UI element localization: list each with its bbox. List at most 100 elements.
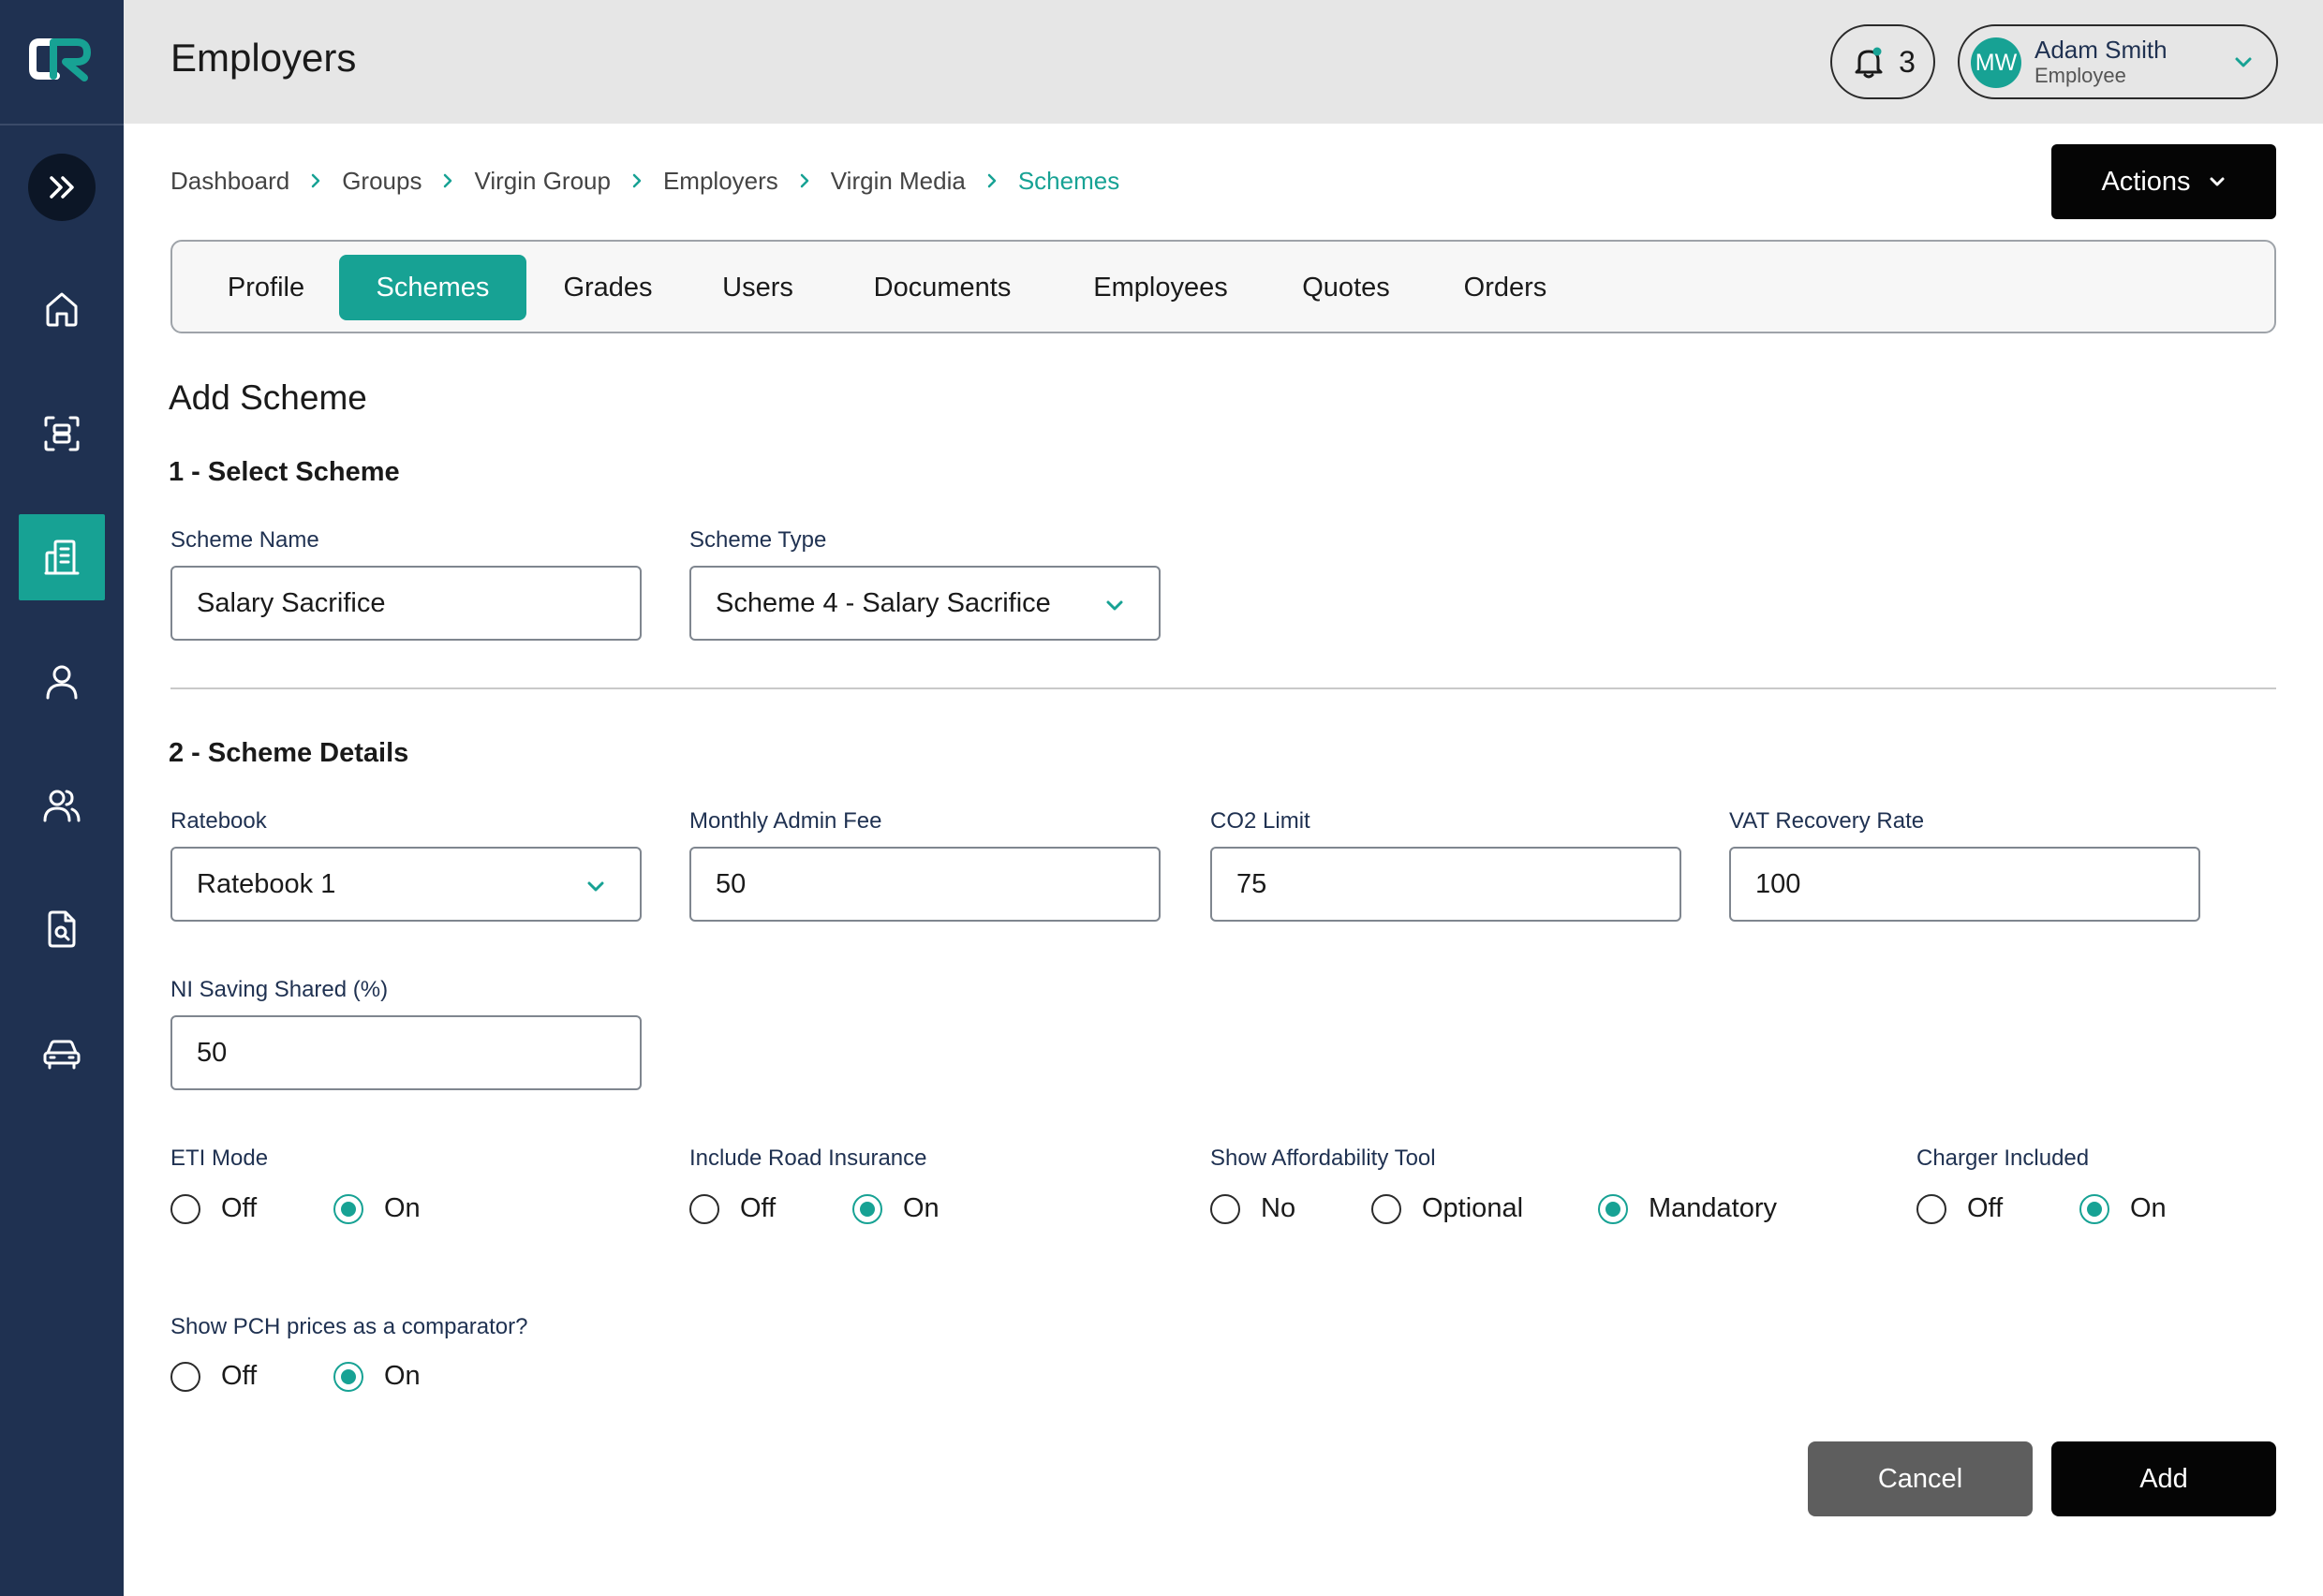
scheme-type-value: Scheme 4 - Salary Sacrifice (716, 587, 1051, 618)
scheme-type-select[interactable]: Scheme 4 - Salary Sacrifice (689, 566, 1161, 641)
sidebar-item-user[interactable] (19, 639, 105, 725)
affordability-mandatory-radio[interactable]: Mandatory (1598, 1193, 1777, 1224)
chevron-right-icon (800, 173, 809, 188)
breadcrumb: Dashboard Groups Virgin Group Employers … (170, 165, 1119, 197)
car-icon (43, 1040, 81, 1070)
breadcrumb-virgin-media[interactable]: Virgin Media (831, 167, 966, 196)
eti-mode-label: ETI Mode (170, 1145, 269, 1171)
scheme-name-label: Scheme Name (170, 527, 319, 553)
tab-bar: Profile Schemes Grades Users Documents E… (170, 240, 2276, 333)
breadcrumb-schemes[interactable]: Schemes (1018, 167, 1119, 196)
tab-profile[interactable]: Profile (199, 255, 333, 320)
add-button[interactable]: Add (2051, 1441, 2276, 1516)
ni-saving-shared-input[interactable] (170, 1015, 642, 1090)
radio-circle (1916, 1193, 1946, 1224)
pch-comparator-on-radio[interactable]: On (333, 1361, 421, 1392)
affordability-optional-radio[interactable]: Optional (1371, 1193, 1523, 1224)
breadcrumb-groups[interactable]: Groups (342, 167, 422, 196)
scheme-name-input[interactable] (170, 566, 642, 641)
actions-label: Actions (2101, 166, 2191, 197)
radio-label: Off (1967, 1193, 2004, 1223)
sidebar-item-home[interactable] (19, 266, 105, 352)
home-icon (46, 292, 78, 327)
actions-button[interactable]: Actions (2051, 144, 2276, 219)
user-icon (46, 665, 78, 700)
road-insurance-on-radio[interactable]: On (852, 1193, 940, 1224)
sidebar-divider (0, 124, 124, 126)
page-title: Employers (170, 36, 357, 80)
radio-circle-selected (333, 1361, 363, 1392)
chevron-right-icon (444, 173, 452, 188)
form-title: Add Scheme (169, 378, 367, 417)
radio-label: On (384, 1361, 421, 1391)
chevron-down-icon (2210, 177, 2225, 186)
radio-label: No (1261, 1193, 1296, 1223)
breadcrumb-employers[interactable]: Employers (663, 167, 778, 196)
radio-label: Off (221, 1361, 258, 1391)
chevron-right-icon (632, 173, 642, 188)
radio-circle (1210, 1193, 1240, 1224)
radio-label: Optional (1422, 1193, 1524, 1223)
chevron-down-icon (587, 881, 604, 892)
eti-mode-on-radio[interactable]: On (333, 1193, 421, 1224)
user-role: Employee (2034, 64, 2126, 87)
ni-saving-shared-label: NI Saving Shared (%) (170, 977, 389, 1002)
section-scheme-details: 2 - Scheme Details (169, 738, 409, 768)
radio-circle-selected (2079, 1193, 2109, 1224)
co2-limit-label: CO2 Limit (1210, 808, 1310, 834)
section-divider (170, 687, 2276, 689)
user-name: Adam Smith (2034, 36, 2168, 64)
tab-schemes[interactable]: Schemes (339, 255, 526, 320)
chevron-down-icon (2235, 57, 2252, 67)
monthly-admin-fee-label: Monthly Admin Fee (689, 808, 882, 834)
co2-limit-input[interactable] (1210, 847, 1681, 922)
pch-comparator-off-radio[interactable]: Off (170, 1361, 257, 1392)
user-menu[interactable]: MW Adam Smith Employee (1958, 24, 2278, 99)
radio-circle (1371, 1193, 1401, 1224)
sidebar-item-employers[interactable] (19, 514, 105, 600)
tab-grades[interactable]: Grades (538, 255, 678, 320)
scheme-type-label: Scheme Type (689, 527, 827, 553)
expand-sidebar-button[interactable] (28, 154, 96, 221)
radio-label: Mandatory (1649, 1193, 1778, 1223)
radio-label: On (903, 1193, 940, 1223)
ratebook-value: Ratebook 1 (197, 868, 336, 899)
vat-recovery-rate-input[interactable] (1729, 847, 2200, 922)
users-icon (43, 790, 81, 822)
tab-orders[interactable]: Orders (1435, 255, 1576, 320)
building-icon (44, 539, 80, 575)
radio-circle (170, 1193, 200, 1224)
ratebook-select[interactable]: Ratebook 1 (170, 847, 642, 922)
tab-documents[interactable]: Documents (839, 255, 1045, 320)
app-logo[interactable] (28, 36, 94, 82)
sidebar-item-users[interactable] (19, 762, 105, 849)
affordability-no-radio[interactable]: No (1210, 1193, 1295, 1224)
vat-recovery-rate-label: VAT Recovery Rate (1729, 808, 1925, 834)
breadcrumb-virgin-group[interactable]: Virgin Group (474, 167, 611, 196)
tab-users[interactable]: Users (697, 255, 819, 320)
radio-circle-selected (852, 1193, 882, 1224)
sidebar-item-vehicles[interactable] (19, 1011, 105, 1097)
sidebar-item-documents[interactable] (19, 886, 105, 972)
tab-employees[interactable]: Employees (1062, 255, 1259, 320)
radio-circle-selected (333, 1193, 363, 1224)
group-scan-icon (44, 416, 80, 451)
eti-mode-off-radio[interactable]: Off (170, 1193, 257, 1224)
radio-circle (170, 1361, 200, 1392)
breadcrumb-dashboard[interactable]: Dashboard (170, 167, 289, 196)
sidebar-item-groups[interactable] (19, 391, 105, 477)
cancel-button[interactable]: Cancel (1808, 1441, 2033, 1516)
radio-label: On (2130, 1193, 2167, 1223)
charger-on-radio[interactable]: On (2079, 1193, 2167, 1224)
radio-label: Off (740, 1193, 777, 1223)
chevron-down-icon (1106, 600, 1123, 611)
tab-quotes[interactable]: Quotes (1276, 255, 1416, 320)
notifications-button[interactable]: 3 (1830, 24, 1935, 99)
chevron-right-icon (987, 173, 997, 188)
monthly-admin-fee-input[interactable] (689, 847, 1161, 922)
road-insurance-off-radio[interactable]: Off (689, 1193, 776, 1224)
sidebar (0, 0, 124, 1596)
charger-off-radio[interactable]: Off (1916, 1193, 2003, 1224)
chevron-right-icon (311, 173, 320, 188)
bell-icon (1855, 47, 1883, 79)
